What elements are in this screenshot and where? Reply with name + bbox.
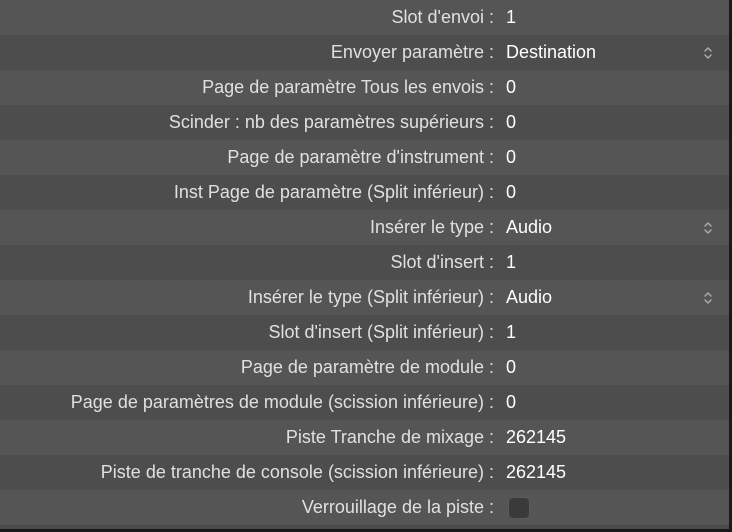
param-row-insert-type: Insérer le type : Audio <box>0 210 729 245</box>
param-dropdown[interactable]: Destination <box>500 42 715 63</box>
param-row-plugin-page-split-lower: Page de paramètres de module (scission i… <box>0 385 729 420</box>
param-label: Page de paramètre Tous les envois : <box>8 77 500 98</box>
param-label: Page de paramètres de module (scission i… <box>8 392 500 413</box>
param-label: Piste de tranche de console (scission in… <box>8 462 500 483</box>
param-row-insert-slot: Slot d'insert : 1 <box>0 245 729 280</box>
param-value-field[interactable]: 0 <box>500 392 715 413</box>
param-row-insert-type-split-lower: Insérer le type (Split inférieur) : Audi… <box>0 280 729 315</box>
param-row-send-parameter: Envoyer paramètre : Destination <box>0 35 729 70</box>
chevron-updown-icon <box>703 221 715 235</box>
param-value-field[interactable]: 262145 <box>500 427 715 448</box>
param-row-track-lock: Verrouillage de la piste : <box>0 490 729 525</box>
param-label: Inst Page de paramètre (Split inférieur)… <box>8 182 500 203</box>
param-label: Envoyer paramètre : <box>8 42 500 63</box>
param-row-plugin-page: Page de paramètre de module : 0 <box>0 350 729 385</box>
param-value-field[interactable]: 0 <box>500 77 715 98</box>
param-value-field[interactable]: 0 <box>500 147 715 168</box>
param-value-field[interactable]: 0 <box>500 357 715 378</box>
param-label: Page de paramètre de module : <box>8 357 500 378</box>
param-label: Slot d'insert : <box>8 252 500 273</box>
param-value: 0 <box>506 147 516 168</box>
param-value-field[interactable]: 1 <box>500 7 715 28</box>
param-row-inst-page-split-lower: Inst Page de paramètre (Split inférieur)… <box>0 175 729 210</box>
param-value: 262145 <box>506 462 566 483</box>
param-dropdown[interactable]: Audio <box>500 217 715 238</box>
track-lock-checkbox[interactable] <box>508 497 530 519</box>
param-value: Audio <box>506 217 552 238</box>
parameters-panel: Slot d'envoi : 1 Envoyer paramètre : Des… <box>0 0 732 532</box>
param-label: Scinder : nb des paramètres supérieurs : <box>8 112 500 133</box>
param-value-field[interactable]: 0 <box>500 182 715 203</box>
param-row-split-upper-params: Scinder : nb des paramètres supérieurs :… <box>0 105 729 140</box>
param-checkbox-container <box>500 497 715 519</box>
chevron-updown-icon <box>703 46 715 60</box>
param-value: 1 <box>506 7 516 28</box>
chevron-updown-icon <box>703 291 715 305</box>
param-value: Audio <box>506 287 552 308</box>
param-label: Slot d'insert (Split inférieur) : <box>8 322 500 343</box>
param-value: Destination <box>506 42 596 63</box>
param-value: 0 <box>506 112 516 133</box>
param-value-field[interactable]: 262145 <box>500 462 715 483</box>
param-value: 0 <box>506 357 516 378</box>
param-value: 1 <box>506 252 516 273</box>
param-label: Page de paramètre d'instrument : <box>8 147 500 168</box>
param-value: 0 <box>506 77 516 98</box>
param-value: 1 <box>506 322 516 343</box>
param-label: Slot d'envoi : <box>8 7 500 28</box>
param-row-instrument-page: Page de paramètre d'instrument : 0 <box>0 140 729 175</box>
param-label: Verrouillage de la piste : <box>8 497 500 518</box>
param-label: Piste Tranche de mixage : <box>8 427 500 448</box>
param-value: 262145 <box>506 427 566 448</box>
param-value-field[interactable]: 0 <box>500 112 715 133</box>
param-row-channel-strip-track: Piste Tranche de mixage : 262145 <box>0 420 729 455</box>
param-dropdown[interactable]: Audio <box>500 287 715 308</box>
param-row-insert-slot-split-lower: Slot d'insert (Split inférieur) : 1 <box>0 315 729 350</box>
param-value-field[interactable]: 1 <box>500 322 715 343</box>
param-row-all-sends-page: Page de paramètre Tous les envois : 0 <box>0 70 729 105</box>
param-value: 0 <box>506 182 516 203</box>
param-row-channel-strip-track-split-lower: Piste de tranche de console (scission in… <box>0 455 729 490</box>
param-label: Insérer le type (Split inférieur) : <box>8 287 500 308</box>
param-value-field[interactable]: 1 <box>500 252 715 273</box>
param-row-send-slot: Slot d'envoi : 1 <box>0 0 729 35</box>
param-label: Insérer le type : <box>8 217 500 238</box>
param-value: 0 <box>506 392 516 413</box>
